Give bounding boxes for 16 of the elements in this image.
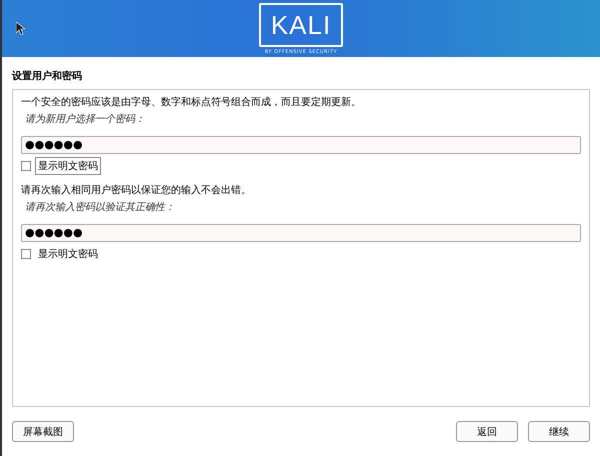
logo: KALI — [258, 2, 344, 46]
field-prompt: 请为新用户选择一个密码： — [25, 112, 146, 126]
description-text: 一个安全的密码应该是由字母、数字和标点符号组合而成，而且要定期更新。 — [21, 96, 362, 110]
page-title: 设置用户和密码 — [10, 69, 83, 84]
field-prompt: 请再次输入密码以验证其正确性： — [25, 200, 176, 214]
checkbox-label[interactable]: 显示明文密码 — [35, 245, 101, 263]
password-field[interactable]: ●●●●●● — [21, 136, 581, 154]
checkbox[interactable] — [21, 161, 31, 171]
password-field[interactable]: ●●●●●● — [21, 224, 581, 242]
screenshot-button[interactable]: 屏幕截图 — [12, 421, 74, 442]
mouse-pointer-icon — [16, 22, 25, 35]
back-button[interactable]: 返回 — [456, 421, 518, 442]
checkbox-label[interactable]: 显示明文密码 — [35, 157, 101, 175]
continue-button[interactable]: 继续 — [528, 421, 590, 442]
checkbox[interactable] — [21, 249, 31, 259]
description-text: 请再次输入相同用户密码以保证您的输入不会出错。 — [21, 184, 252, 198]
